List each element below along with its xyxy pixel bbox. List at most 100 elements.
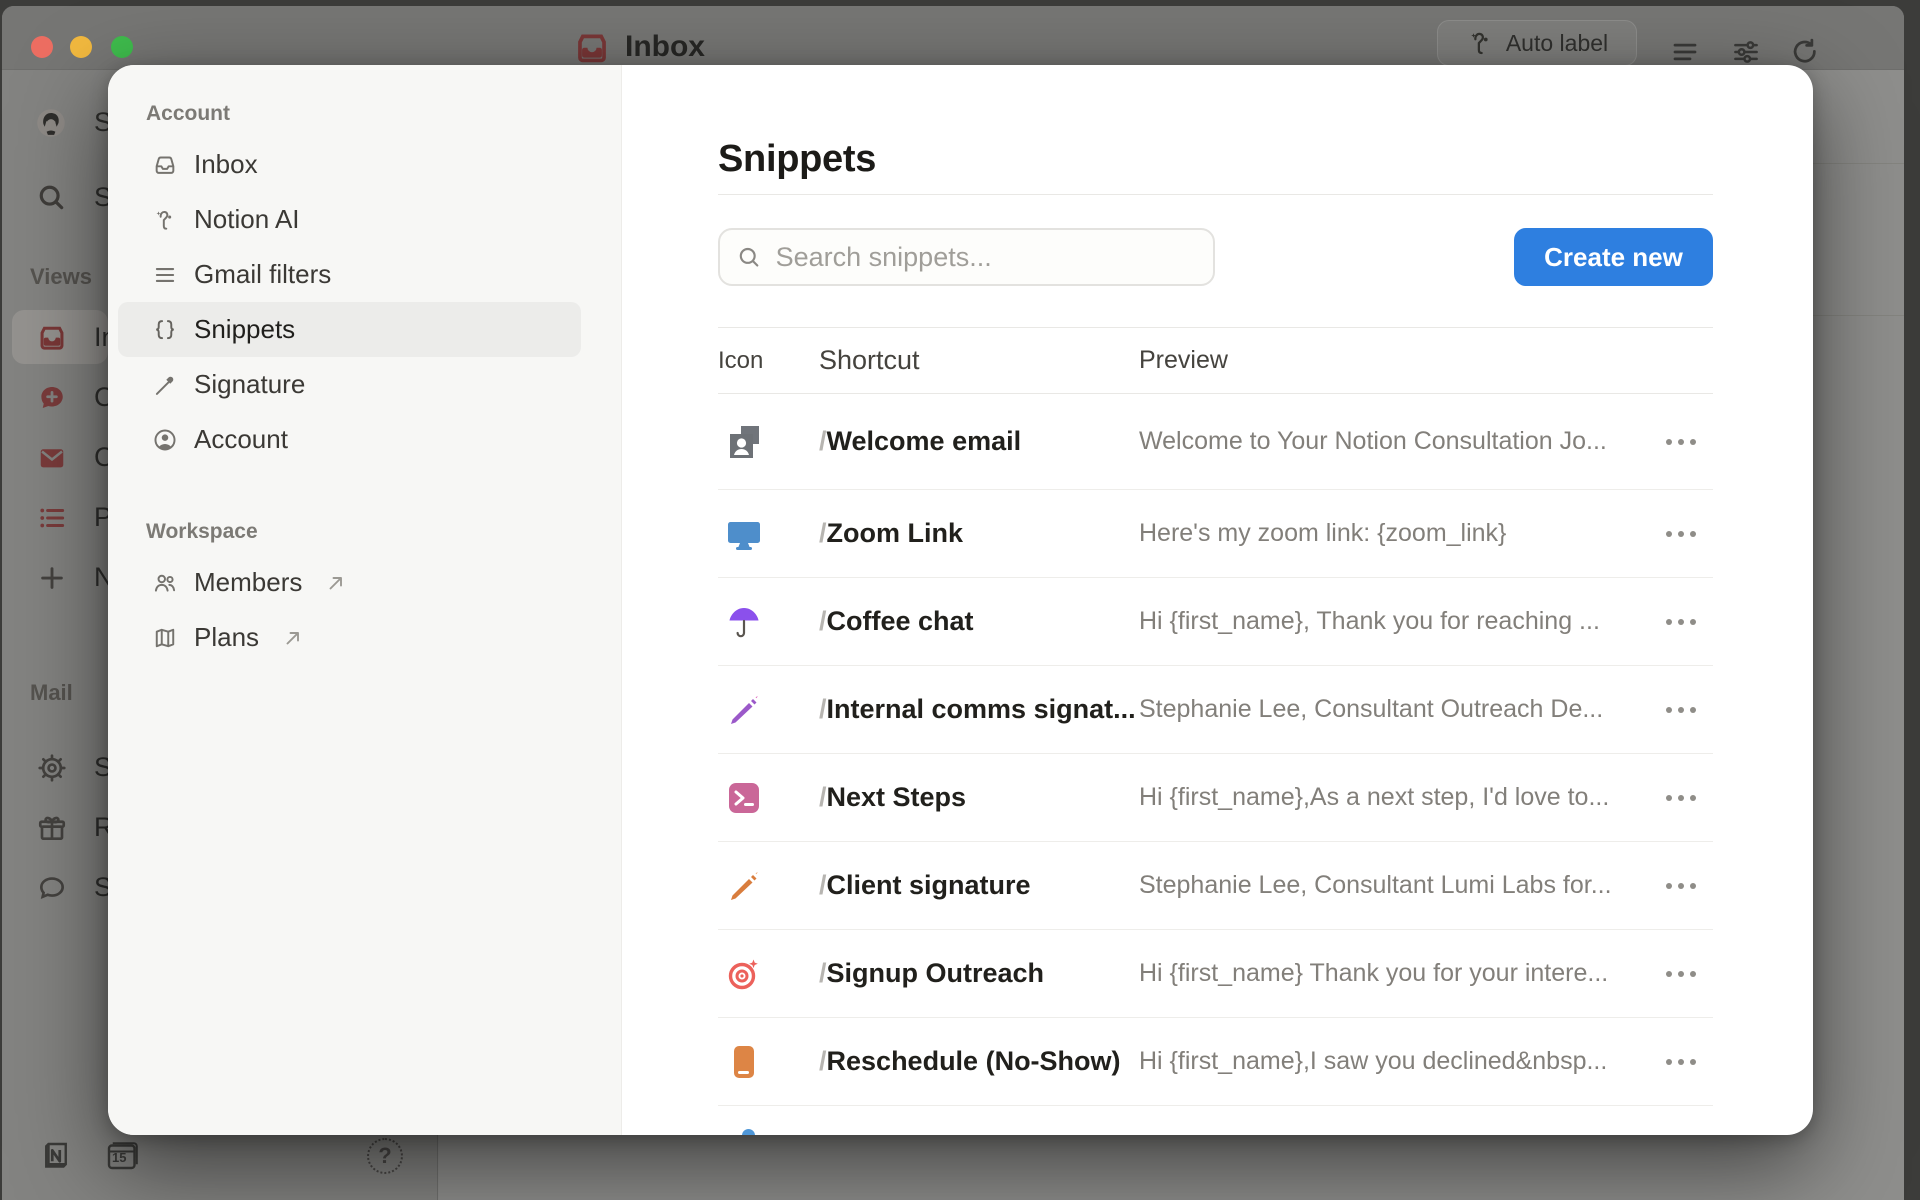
notion-ai-icon — [1466, 28, 1496, 58]
views-section-label: Views — [30, 264, 92, 290]
minimize-window-button[interactable] — [70, 36, 92, 58]
create-new-button[interactable]: Create new — [1514, 228, 1713, 286]
monitor-icon — [726, 516, 762, 552]
table-header-row: Icon Shortcut Preview — [718, 328, 1713, 394]
sidebar-item-gmail-filters[interactable]: Gmail filters — [118, 247, 581, 302]
sidebar-item-label: Inbox — [194, 149, 258, 180]
table-row[interactable]: /Internal comms signat... Stephanie Lee,… — [718, 666, 1713, 754]
filter-menu-icon[interactable] — [1670, 37, 1700, 67]
sidebar-item-label: Snippets — [194, 314, 295, 345]
ellipsis-icon — [1664, 793, 1698, 803]
notion-logo-icon[interactable] — [38, 1138, 74, 1174]
plus-icon[interactable] — [37, 563, 67, 593]
avatar[interactable] — [36, 108, 66, 138]
snippet-search-box[interactable] — [718, 228, 1215, 286]
row-menu-button[interactable] — [1649, 969, 1713, 979]
contact-card-icon — [726, 424, 762, 460]
table-row[interactable]: /Next Steps Hi {first_name},As a next st… — [718, 754, 1713, 842]
sidebar-item-snippets[interactable]: Snippets — [118, 302, 581, 357]
snippet-preview: Hi {first_name}, Thank you for reaching … — [1139, 607, 1649, 636]
ellipsis-icon — [1664, 529, 1698, 539]
row-menu-button[interactable] — [1649, 793, 1713, 803]
sidebar-item-notion-ai[interactable]: Notion AI — [118, 192, 581, 247]
snippet-preview: Hi {first_name} Thank you for your inter… — [1139, 959, 1649, 988]
snippet-shortcut: Signup Outreach — [827, 958, 1045, 988]
row-menu-button[interactable] — [1649, 1057, 1713, 1067]
divider — [718, 194, 1713, 195]
search-icon — [736, 243, 762, 271]
row-menu-button[interactable] — [1649, 529, 1713, 539]
sidebar-item-members[interactable]: Members — [118, 555, 581, 610]
chat-add-icon[interactable] — [37, 383, 67, 413]
sidebar-item-plans[interactable]: Plans — [118, 610, 581, 665]
filter-lines-icon — [152, 262, 178, 288]
zoom-window-button[interactable] — [111, 36, 133, 58]
workspace-section-header: Workspace — [146, 519, 621, 545]
partially-visible-icon — [742, 1129, 755, 1135]
calendar-day-label: 15 — [112, 1150, 126, 1165]
table-row[interactable]: /Signup Outreach Hi {first_name} Thank y… — [718, 930, 1713, 1018]
snippets-table: Icon Shortcut Preview /Welcome email Wel… — [718, 327, 1713, 1135]
snippet-shortcut: Welcome email — [827, 426, 1022, 456]
auto-label-button-label: Auto label — [1506, 30, 1608, 57]
table-row[interactable]: /Welcome email Welcome to Your Notion Co… — [718, 394, 1713, 490]
pencil-icon — [726, 868, 762, 904]
account-section-header: Account — [146, 101, 621, 127]
sidebar-item-account[interactable]: Account — [118, 412, 581, 467]
book-icon — [726, 1044, 762, 1080]
refresh-icon[interactable] — [1790, 37, 1820, 67]
envelope-icon[interactable] — [37, 443, 67, 473]
snippet-shortcut: Next Steps — [827, 782, 967, 812]
ellipsis-icon — [1664, 617, 1698, 627]
snippet-preview: Stephanie Lee, Consultant Lumi Labs for.… — [1139, 871, 1649, 900]
signature-pen-icon — [152, 372, 178, 398]
ellipsis-icon — [1664, 705, 1698, 715]
mail-section-label: Mail — [30, 680, 73, 706]
ellipsis-icon — [1664, 969, 1698, 979]
braces-icon — [152, 317, 178, 343]
row-menu-button[interactable] — [1649, 437, 1713, 447]
members-icon — [152, 570, 178, 596]
ellipsis-icon — [1664, 437, 1698, 447]
display-settings-icon[interactable] — [1731, 37, 1761, 67]
map-icon — [152, 625, 178, 651]
snippet-shortcut: Client signature — [827, 870, 1031, 900]
sidebar-item-inbox[interactable]: Inbox — [118, 137, 581, 192]
gear-icon[interactable] — [36, 752, 68, 784]
table-row[interactable]: /Coffee chat Hi {first_name}, Thank you … — [718, 578, 1713, 666]
page-title: Snippets — [718, 137, 1713, 181]
snippet-preview: Welcome to Your Notion Consultation Jo..… — [1139, 427, 1649, 456]
target-icon — [726, 956, 762, 992]
auto-label-button[interactable]: Auto label — [1437, 20, 1637, 66]
table-row-partial — [718, 1106, 1713, 1135]
gift-icon[interactable] — [36, 812, 68, 844]
calendar-icon[interactable]: 15 — [103, 1138, 139, 1174]
sidebar-item-label: Account — [194, 424, 288, 455]
search-input[interactable] — [776, 242, 1197, 273]
help-glyph: ? — [378, 1143, 391, 1169]
snippet-preview: Hi {first_name},I saw you declined&nbsp.… — [1139, 1047, 1649, 1076]
row-menu-button[interactable] — [1649, 881, 1713, 891]
search-icon[interactable] — [35, 181, 67, 213]
column-header-shortcut: Shortcut — [819, 345, 1139, 376]
row-menu-button[interactable] — [1649, 617, 1713, 627]
table-row[interactable]: /Reschedule (No-Show) Hi {first_name},I … — [718, 1018, 1713, 1106]
inbox-icon[interactable] — [38, 323, 66, 351]
list-icon[interactable] — [37, 503, 67, 533]
close-window-button[interactable] — [31, 36, 53, 58]
background-page-title: Inbox — [625, 30, 705, 64]
background-topbar: Inbox Auto label — [2, 6, 1904, 70]
chat-bubble-icon[interactable] — [36, 872, 68, 904]
person-circle-icon — [152, 427, 178, 453]
ellipsis-icon — [1664, 1057, 1698, 1067]
table-row[interactable]: /Client signature Stephanie Lee, Consult… — [718, 842, 1713, 930]
snippet-shortcut: Internal comms signat... — [827, 694, 1136, 724]
notion-ai-icon — [152, 207, 178, 233]
sidebar-item-label: Gmail filters — [194, 259, 331, 290]
external-link-icon — [281, 626, 305, 650]
sidebar-item-signature[interactable]: Signature — [118, 357, 581, 412]
help-icon[interactable]: ? — [367, 1138, 403, 1174]
table-row[interactable]: /Zoom Link Here's my zoom link: {zoom_li… — [718, 490, 1713, 578]
row-menu-button[interactable] — [1649, 705, 1713, 715]
terminal-icon — [726, 780, 762, 816]
